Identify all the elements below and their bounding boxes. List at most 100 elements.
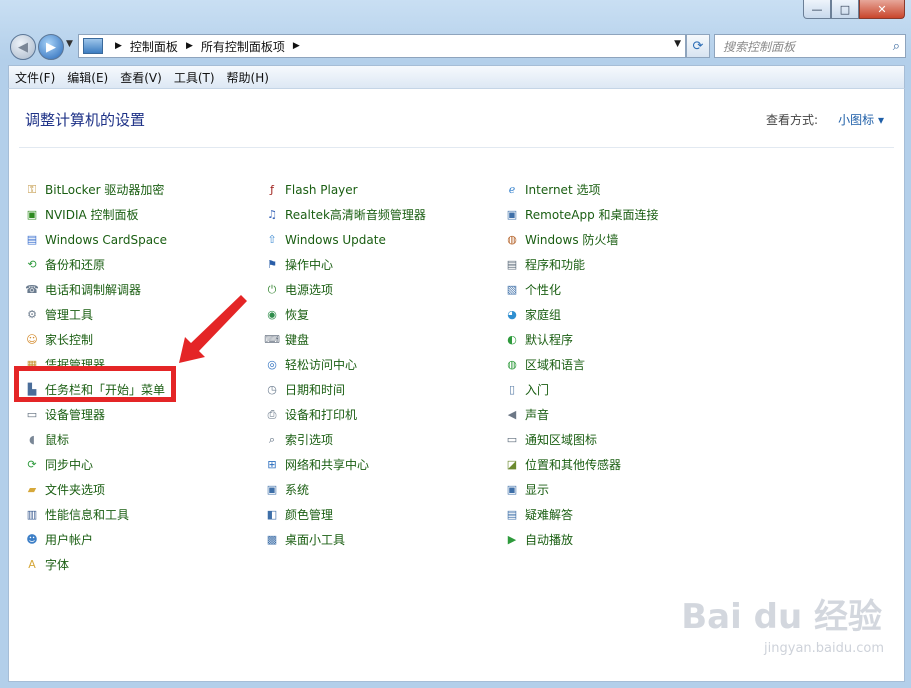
control-panel-item[interactable]: ▰ 文件夹选项 [25, 477, 167, 502]
control-panel-item[interactable]: ▩ 桌面小工具 [265, 527, 426, 552]
control-panel-item[interactable]: ⚙ 管理工具 [25, 302, 167, 327]
menu-edit[interactable]: 编辑(E) [61, 69, 114, 86]
control-panel-item-label: 显示 [525, 483, 550, 497]
keyboard-icon: ⌨ [264, 333, 280, 346]
display-icon: ▣ [506, 483, 518, 496]
maximize-button[interactable]: □ [831, 0, 859, 19]
control-panel-item[interactable]: ƒ Flash Player [265, 177, 426, 202]
control-panel-item-label: 位置和其他传感器 [525, 458, 622, 472]
power-icon: ⏻ [267, 283, 277, 296]
device-manager-icon: ▭ [26, 408, 38, 421]
control-panel-item[interactable]: ▯ 入门 [505, 377, 659, 402]
control-panel-item[interactable]: ⏻ 电源选项 [265, 277, 426, 302]
control-panel-item-label: 同步中心 [45, 458, 94, 472]
control-panel-item[interactable]: ◍ Windows 防火墙 [505, 227, 659, 252]
sensor-icon: ◪ [506, 458, 518, 471]
forward-button[interactable]: ▶ [38, 34, 64, 60]
control-panel-item-label: 索引选项 [285, 433, 334, 447]
control-panel-item[interactable]: ▤ Windows CardSpace [25, 227, 167, 252]
control-panel-item-label: 性能信息和工具 [45, 508, 130, 522]
control-panel-item-label: 操作中心 [285, 258, 334, 272]
nvidia-icon: ▣ [26, 208, 38, 221]
control-panel-item[interactable]: ℯ Internet 选项 [505, 177, 659, 202]
performance-icon: ▥ [26, 508, 38, 521]
control-panel-item[interactable]: ⎙ 设备和打印机 [265, 402, 426, 427]
close-button[interactable]: ✕ [859, 0, 905, 19]
menu-file[interactable]: 文件(F) [9, 69, 61, 86]
control-panel-item[interactable]: ◍ 区域和语言 [505, 352, 659, 377]
control-panel-item[interactable]: ◷ 日期和时间 [265, 377, 426, 402]
folder-icon: ▰ [27, 483, 37, 496]
navigation-bar: ◀ ▶ ▼ ▶ 控制面板 ▶ 所有控制面板项 ▶ ▼ ⟳ 搜索控制面板 ⌕ [8, 31, 906, 61]
network-icon: ⊞ [267, 458, 277, 471]
search-box[interactable]: 搜索控制面板 ⌕ [714, 34, 906, 58]
default-programs-icon: ◐ [507, 333, 517, 346]
flag-icon: ⚑ [267, 258, 277, 271]
control-panel-item[interactable]: ▧ 个性化 [505, 277, 659, 302]
control-panel-item[interactable]: ◕ 家庭组 [505, 302, 659, 327]
menu-tools[interactable]: 工具(T) [168, 69, 221, 86]
control-panel-item[interactable]: ⟲ 备份和还原 [25, 252, 167, 277]
control-panel-item[interactable]: ☺ 家长控制 [25, 327, 167, 352]
control-panel-item[interactable]: ⚿ BitLocker 驱动器加密 [25, 177, 167, 202]
control-panel-item[interactable]: ⊞ 网络和共享中心 [265, 452, 426, 477]
control-panel-item[interactable]: ⟳ 同步中心 [25, 452, 167, 477]
address-dropdown-icon[interactable]: ▼ [674, 39, 681, 49]
phone-icon: ☎ [25, 283, 39, 296]
control-panel-item[interactable]: ☻ 用户帐户 [25, 527, 167, 552]
control-panel-item[interactable]: ◐ 默认程序 [505, 327, 659, 352]
control-panel-item[interactable]: ▣ 显示 [505, 477, 659, 502]
control-panel-item[interactable]: ▣ 系统 [265, 477, 426, 502]
getting-started-icon: ▯ [508, 383, 516, 396]
breadcrumb-all-items[interactable]: 所有控制面板项 [201, 38, 285, 55]
back-button[interactable]: ◀ [10, 34, 36, 60]
menu-view[interactable]: 查看(V) [114, 69, 168, 86]
view-by-label: 查看方式: [765, 113, 818, 127]
minimize-button[interactable]: — [803, 0, 831, 19]
firewall-icon: ◍ [507, 233, 517, 246]
breadcrumb-separator-icon: ▶ [185, 41, 193, 51]
control-panel-window: — □ ✕ ◀ ▶ ▼ ▶ 控制面板 ▶ 所有控制面板项 ▶ ▼ ⟳ 搜索控制面… [0, 0, 911, 688]
speaker-icon: ◀ [507, 408, 517, 421]
control-panel-item[interactable]: ⇧ Windows Update [265, 227, 426, 252]
control-panel-item[interactable]: ◖ 鼠标 [25, 427, 167, 452]
printer-icon: ⎙ [267, 408, 277, 421]
control-panel-item[interactable]: ▤ 疑难解答 [505, 502, 659, 527]
flash-icon: ƒ [270, 183, 274, 196]
control-panel-item[interactable]: ⌨ 键盘 [264, 327, 426, 352]
recent-pages-dropdown[interactable]: ▼ [66, 39, 73, 49]
refresh-button[interactable]: ⟳ [686, 34, 710, 58]
control-panel-item-label: Flash Player [285, 182, 358, 197]
search-input[interactable]: 搜索控制面板 [723, 38, 893, 55]
control-panel-item[interactable]: ☎ 电话和调制解调器 [25, 277, 167, 302]
control-panel-item-label: 区域和语言 [525, 358, 586, 372]
programs-icon: ▤ [506, 258, 518, 271]
control-panel-item[interactable]: ▥ 性能信息和工具 [25, 502, 167, 527]
control-panel-item[interactable]: ▶ 自动播放 [505, 527, 659, 552]
control-panel-item[interactable]: ◧ 颜色管理 [265, 502, 426, 527]
control-panel-item[interactable]: ▭ 通知区域图标 [505, 427, 659, 452]
mouse-icon: ◖ [29, 433, 35, 446]
search-icon[interactable]: ⌕ [893, 39, 900, 54]
view-by-dropdown[interactable]: 小图标 ▾ [838, 111, 884, 128]
control-panel-item[interactable]: ◎ 轻松访问中心 [265, 352, 426, 377]
breadcrumb-control-panel[interactable]: 控制面板 [130, 38, 178, 55]
control-panel-item-label: Windows Update [285, 232, 386, 247]
control-panel-item[interactable]: ▣ RemoteApp 和桌面连接 [505, 202, 659, 227]
control-panel-item[interactable]: ▭ 设备管理器 [25, 402, 167, 427]
control-panel-item-label: 键盘 [285, 333, 310, 347]
control-panel-item[interactable]: ◉ 恢复 [265, 302, 426, 327]
control-panel-item[interactable]: ▣ NVIDIA 控制面板 [25, 202, 167, 227]
control-panel-item[interactable]: ⌕ 索引选项 [265, 427, 426, 452]
control-panel-item[interactable]: ◀ 声音 [505, 402, 659, 427]
address-bar[interactable]: ▶ 控制面板 ▶ 所有控制面板项 ▶ ▼ [78, 34, 686, 58]
control-panel-item[interactable]: ▤ 程序和功能 [505, 252, 659, 277]
control-panel-item[interactable]: A 字体 [25, 552, 167, 577]
control-panel-item-label: 备份和还原 [45, 258, 106, 272]
control-panel-item[interactable]: ◪ 位置和其他传感器 [505, 452, 659, 477]
control-panel-item[interactable]: ⚑ 操作中心 [265, 252, 426, 277]
items-column-3: ℯ Internet 选项 ▣ RemoteApp 和桌面连接 ◍ Windows 防火墙… [505, 177, 659, 552]
admin-tools-icon: ⚙ [27, 308, 37, 321]
control-panel-item[interactable]: ♫ Realtek高清晰音频管理器 [265, 202, 426, 227]
menu-help[interactable]: 帮助(H) [221, 69, 275, 86]
